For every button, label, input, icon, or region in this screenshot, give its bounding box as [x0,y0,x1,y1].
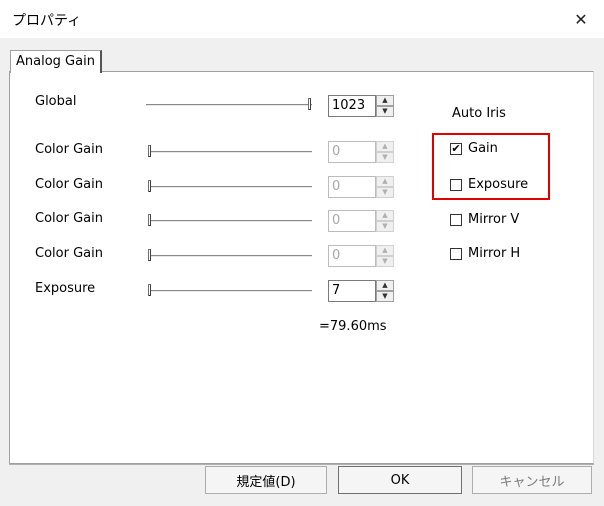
title-bar: プロパティ ✕ [0,0,604,38]
global-slider-track[interactable] [146,104,312,106]
color-gain-1-spinbox: 0 ▲ ▼ [328,141,396,163]
color-gain-2-slider-track[interactable] [150,186,312,188]
bottom-separator [9,464,594,465]
color-gain-3-slider-thumb[interactable] [148,214,151,226]
color-gain-3-label: Color Gain [35,211,103,226]
exposure-time-readout: =79.60ms [319,319,387,334]
exposure-spinbox: 7 ▲ ▼ [328,280,396,302]
tab-analog-gain[interactable]: Analog Gain [10,50,102,73]
global-spin-up[interactable]: ▲ [376,95,394,106]
color-gain-3-slider-track[interactable] [150,220,312,222]
exposure-spin-down[interactable]: ▼ [376,291,394,302]
annotation-highlight-box [432,133,550,200]
color-gain-1-spin-up[interactable]: ▲ [376,141,394,152]
color-gain-2-spin-up[interactable]: ▲ [376,176,394,187]
color-gain-4-value-input[interactable]: 0 [328,245,376,267]
color-gain-1-value-input[interactable]: 0 [328,141,376,163]
exposure-value-input[interactable]: 7 [328,280,376,302]
close-button[interactable]: ✕ [558,0,604,38]
exposure-slider-thumb[interactable] [148,284,151,296]
checkbox-unchecked-icon [450,247,462,260]
color-gain-3-spin-up[interactable]: ▲ [376,210,394,221]
global-spin-down[interactable]: ▼ [376,106,394,117]
color-gain-1-slider-track[interactable] [150,151,312,153]
color-gain-3-value-input[interactable]: 0 [328,210,376,232]
color-gain-1-label: Color Gain [35,142,103,157]
mirror-h-label: Mirror H [468,246,521,261]
mirror-h-checkbox[interactable]: Mirror H [450,246,520,261]
properties-dialog: プロパティ ✕ Analog Gain Global 1023 ▲ ▼ Colo… [0,0,604,506]
color-gain-4-label: Color Gain [35,246,103,261]
exposure-spin-up[interactable]: ▲ [376,280,394,291]
default-button[interactable]: 規定値(D) [205,466,327,494]
auto-iris-heading: Auto Iris [452,106,506,121]
exposure-label: Exposure [35,281,96,296]
checkbox-unchecked-icon [450,213,462,226]
global-value-input[interactable]: 1023 [328,95,376,117]
color-gain-4-slider-thumb[interactable] [148,249,151,261]
exposure-slider-track[interactable] [150,290,312,292]
color-gain-1-slider-thumb[interactable] [148,145,151,157]
color-gain-4-spin-up[interactable]: ▲ [376,245,394,256]
ok-button[interactable]: OK [338,466,462,494]
color-gain-2-label: Color Gain [35,177,103,192]
color-gain-3-spinbox: 0 ▲ ▼ [328,210,396,232]
color-gain-3-spin-down[interactable]: ▼ [376,221,394,232]
color-gain-1-spin-down[interactable]: ▼ [376,152,394,163]
tab-panel: Global 1023 ▲ ▼ Color Gain 0 ▲ ▼ Color G… [9,71,594,464]
color-gain-4-slider-track[interactable] [150,255,312,257]
global-label: Global [35,94,77,109]
global-spinbox: 1023 ▲ ▼ [328,95,396,117]
mirror-v-checkbox[interactable]: Mirror V [450,212,519,227]
window-title: プロパティ [12,13,82,29]
color-gain-2-value-input[interactable]: 0 [328,176,376,198]
close-icon: ✕ [574,9,588,29]
color-gain-2-slider-thumb[interactable] [148,180,151,192]
color-gain-4-spin-down[interactable]: ▼ [376,256,394,267]
mirror-v-label: Mirror V [468,212,520,227]
global-slider-thumb[interactable] [308,98,311,110]
color-gain-4-spinbox: 0 ▲ ▼ [328,245,396,267]
color-gain-2-spin-down[interactable]: ▼ [376,187,394,198]
color-gain-2-spinbox: 0 ▲ ▼ [328,176,396,198]
cancel-button[interactable]: キャンセル [472,466,592,494]
